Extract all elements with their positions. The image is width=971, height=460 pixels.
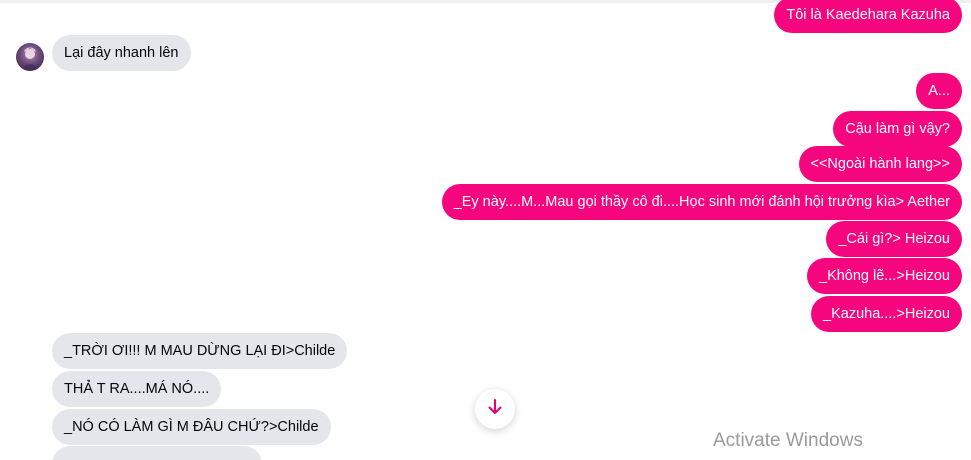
message-incoming[interactable]: Lại đây nhanh lên <box>52 35 191 71</box>
message-outgoing[interactable]: <<Ngoài hành lang>> <box>798 146 962 182</box>
message-outgoing[interactable]: Cậu làm gì vậy? <box>833 111 962 147</box>
message-outgoing[interactable]: _Cái gì?> Heizou <box>826 221 962 257</box>
message-outgoing[interactable]: A... <box>916 73 962 109</box>
message-outgoing[interactable]: Tôi là Kaedehara Kazuha <box>774 0 962 33</box>
message-outgoing[interactable]: _Kazuha....>Heizou <box>811 296 962 332</box>
message-outgoing[interactable]: _Không lẽ...>Heizou <box>807 258 962 294</box>
message-outgoing[interactable]: _Ey này....M...Mau gọi thầy cô đi....Học… <box>441 184 962 220</box>
avatar[interactable] <box>16 43 44 71</box>
message-incoming[interactable]: _NÓ CÓ LÀM GÌ M ĐÂU CHỨ?>Childe <box>52 409 331 445</box>
message-incoming[interactable]: THẢ T RA....MÁ NÓ.... <box>52 371 222 407</box>
activate-windows-watermark: Activate Windows <box>713 430 863 451</box>
message-incoming[interactable] <box>52 446 262 460</box>
scroll-to-bottom-button[interactable] <box>475 389 515 429</box>
chat-thread: Tôi là Kaedehara Kazuha Lại đây nhanh lê… <box>0 0 971 460</box>
message-incoming[interactable]: _TRỜI ƠI!!! M MAU DỪNG LẠI ĐI>Childe <box>52 333 348 369</box>
arrow-down-icon <box>486 398 504 421</box>
